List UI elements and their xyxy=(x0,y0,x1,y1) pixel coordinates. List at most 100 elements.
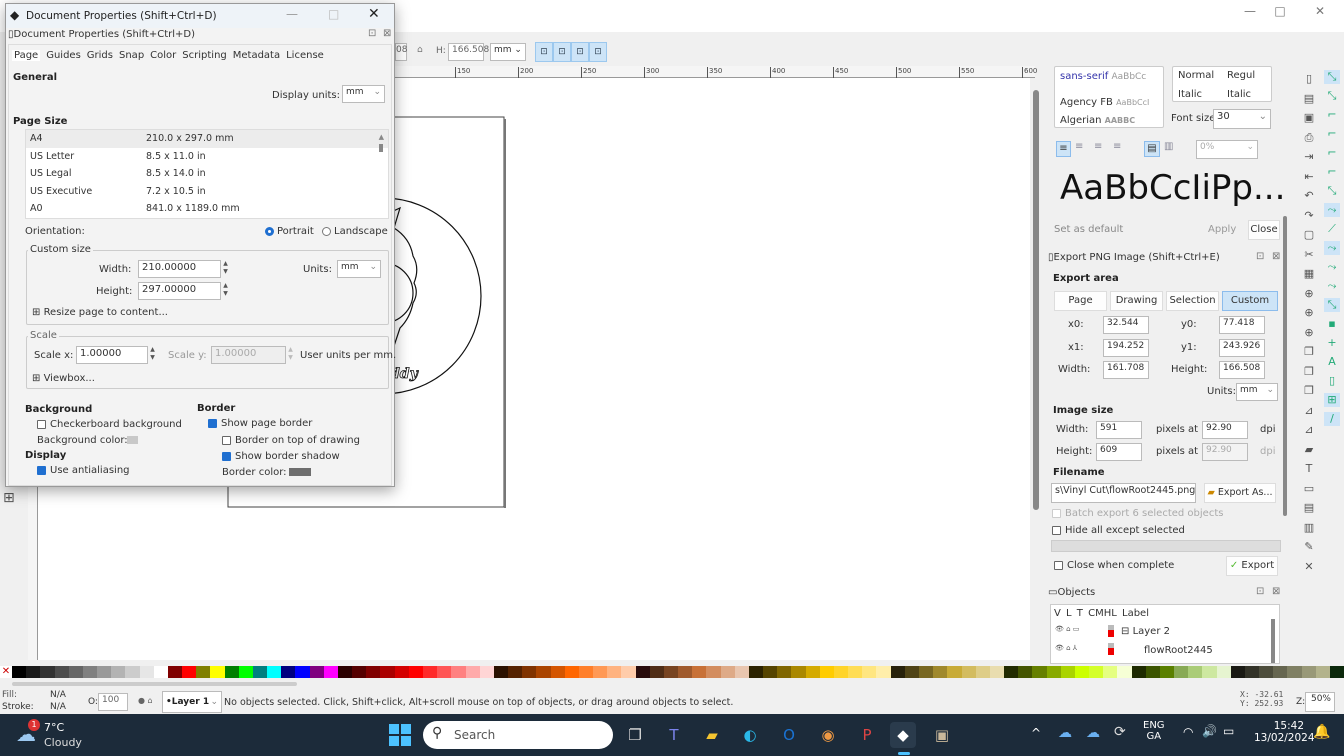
x1-field[interactable]: 194.252 xyxy=(1103,339,1149,357)
palette-swatch[interactable] xyxy=(536,666,551,678)
palette-swatch[interactable] xyxy=(1131,666,1146,678)
snap-toggle-icon[interactable]: ▪ xyxy=(1324,317,1340,331)
palette-swatch[interactable] xyxy=(437,666,452,678)
palette-swatch[interactable] xyxy=(734,666,749,678)
fill-stroke-icon[interactable]: ▰ xyxy=(1301,443,1317,457)
palette-swatch[interactable] xyxy=(196,666,211,678)
palette-swatch[interactable] xyxy=(1046,666,1061,678)
background-color-swatch[interactable] xyxy=(127,436,138,444)
tab-grids[interactable]: Grids xyxy=(87,50,113,61)
palette-swatch[interactable] xyxy=(352,666,367,678)
language-indicator[interactable]: ENG GA xyxy=(1143,720,1165,742)
page-size-list[interactable]: A4 210.0 x 297.0 mm US Letter 8.5 x 11.0 i… xyxy=(25,129,389,219)
palette-swatch[interactable] xyxy=(1259,666,1274,678)
palette-swatch[interactable] xyxy=(238,666,253,678)
snap-toggle-icon[interactable]: ⤳ xyxy=(1324,241,1340,255)
width-spinner[interactable]: ▲ ▼ xyxy=(222,260,229,278)
height-field[interactable]: 297.00000 xyxy=(138,282,221,300)
export-icon[interactable]: ⇤ xyxy=(1301,170,1317,184)
palette-swatch[interactable] xyxy=(1089,666,1104,678)
duplicate-icon[interactable]: ▢ xyxy=(1301,228,1317,242)
align-right-button[interactable]: ≡ xyxy=(1094,141,1109,157)
w-field[interactable]: 08 xyxy=(395,43,407,61)
height-spinner[interactable]: ▲ ▼ xyxy=(222,282,229,300)
img-width-field[interactable]: 591 xyxy=(1096,421,1142,439)
palette-swatch[interactable] xyxy=(692,666,707,678)
apply-button[interactable]: Apply xyxy=(1208,224,1236,235)
lock-icon[interactable]: ⌂ xyxy=(417,45,423,55)
export-panel-float-icon[interactable]: ⊡ xyxy=(1256,251,1264,262)
palette-swatch[interactable] xyxy=(422,666,438,678)
palette-swatch[interactable] xyxy=(748,666,764,678)
y0-field[interactable]: 77.418 xyxy=(1219,316,1265,334)
snap-toggle-icon[interactable]: A xyxy=(1324,355,1340,369)
dock-scrollbar[interactable] xyxy=(1283,216,1287,516)
palette-swatch[interactable] xyxy=(1018,666,1033,678)
copy-icon[interactable]: ❐ xyxy=(1301,345,1317,359)
palette-swatch[interactable] xyxy=(833,666,849,678)
snap-toggle-icon[interactable]: ⤡ xyxy=(1324,89,1340,103)
palette-swatch[interactable] xyxy=(408,666,423,678)
palette-swatch[interactable] xyxy=(451,666,466,678)
export-as-button[interactable]: ▰ Export As... xyxy=(1204,483,1276,503)
battery-icon[interactable]: ▭ xyxy=(1223,724,1234,738)
tab-scripting[interactable]: Scripting xyxy=(182,50,226,61)
style-item[interactable]: Regul xyxy=(1227,70,1255,81)
vertical-text-button[interactable]: ▥ xyxy=(1164,141,1179,157)
palette-swatch[interactable] xyxy=(210,666,225,678)
img-height-field[interactable]: 609 xyxy=(1096,443,1142,461)
border-on-top-checkbox[interactable]: Border on top of drawing xyxy=(222,435,360,446)
palette-swatch[interactable] xyxy=(224,666,239,678)
transform-patterns-button[interactable]: ⊡ xyxy=(589,42,607,62)
palette-swatch[interactable] xyxy=(182,666,197,678)
style-item[interactable]: Normal xyxy=(1178,70,1214,81)
palette-swatch[interactable] xyxy=(763,666,778,678)
fill-value[interactable]: N/A xyxy=(50,690,66,700)
palette-swatch[interactable] xyxy=(819,666,834,678)
palette-swatch[interactable] xyxy=(1329,666,1344,678)
export-width-field[interactable]: 161.708 xyxy=(1103,361,1149,379)
ungroup-icon[interactable]: ⊿ xyxy=(1301,423,1317,437)
palette-swatch[interactable] xyxy=(777,666,792,678)
border-color-swatch[interactable] xyxy=(289,468,311,476)
export-panel-close-icon[interactable]: ⊠ xyxy=(1272,251,1280,262)
set-default-button[interactable]: Set as default xyxy=(1054,224,1123,235)
snap-toggle-icon[interactable]: ⌐ xyxy=(1324,146,1340,160)
snap-toggle-icon[interactable]: + xyxy=(1324,336,1340,350)
palette-swatch[interactable] xyxy=(1202,666,1217,678)
zoom-field[interactable]: 50% xyxy=(1305,692,1335,712)
task-view-icon[interactable]: ❐ xyxy=(622,722,648,748)
h-field[interactable]: 166.508 xyxy=(448,43,489,61)
palette-swatch[interactable] xyxy=(564,666,579,678)
opacity-field[interactable]: 100 xyxy=(98,693,128,711)
align-left-button[interactable]: ≡ xyxy=(1056,141,1071,157)
page-size-row[interactable]: US Letter 8.5 x 11.0 in xyxy=(26,148,388,166)
x0-field[interactable]: 32.544 xyxy=(1103,316,1149,334)
snap-toggle-icon[interactable]: ⤳ xyxy=(1324,260,1340,274)
palette-swatch[interactable] xyxy=(12,666,27,678)
viewbox-expander[interactable]: ⊞ Viewbox... xyxy=(32,373,95,384)
snap-toggle-icon[interactable]: ⤡ xyxy=(1324,184,1340,198)
file-explorer-icon[interactable]: ▰ xyxy=(699,722,725,748)
palette-swatch[interactable] xyxy=(621,666,636,678)
redo-icon[interactable]: ↷ xyxy=(1301,209,1317,223)
main-maximize-button[interactable]: □ xyxy=(1265,4,1295,24)
palette-swatch[interactable] xyxy=(267,666,282,678)
zoom-page-icon[interactable]: ⊕ xyxy=(1301,326,1317,340)
objects-close-icon[interactable]: ⊠ xyxy=(1272,586,1280,597)
palette-swatch[interactable] xyxy=(167,666,183,678)
resize-page-expander[interactable]: ⊞ Resize page to content... xyxy=(32,307,168,318)
dialog-minimize-button[interactable]: — xyxy=(286,7,298,21)
layer-visibility-icon[interactable]: ● ⌂ xyxy=(138,696,153,705)
outlook-icon[interactable]: O xyxy=(776,722,802,748)
objects-scrollbar[interactable] xyxy=(1271,619,1275,663)
cut-icon[interactable]: ✂ xyxy=(1301,248,1317,262)
palette-swatch[interactable] xyxy=(366,666,381,678)
style-item[interactable]: Italic xyxy=(1178,89,1202,100)
palette-swatch[interactable] xyxy=(1315,666,1330,678)
clock[interactable]: 15:42 13/02/2024 xyxy=(1254,720,1315,744)
export-selection-button[interactable]: Selection xyxy=(1166,291,1219,311)
palette-swatch[interactable] xyxy=(54,666,69,678)
palette-swatch[interactable] xyxy=(862,666,877,678)
font-family-list[interactable]: sans-serif AaBbCc Agency FB AaBbCcI Alge… xyxy=(1054,66,1164,128)
